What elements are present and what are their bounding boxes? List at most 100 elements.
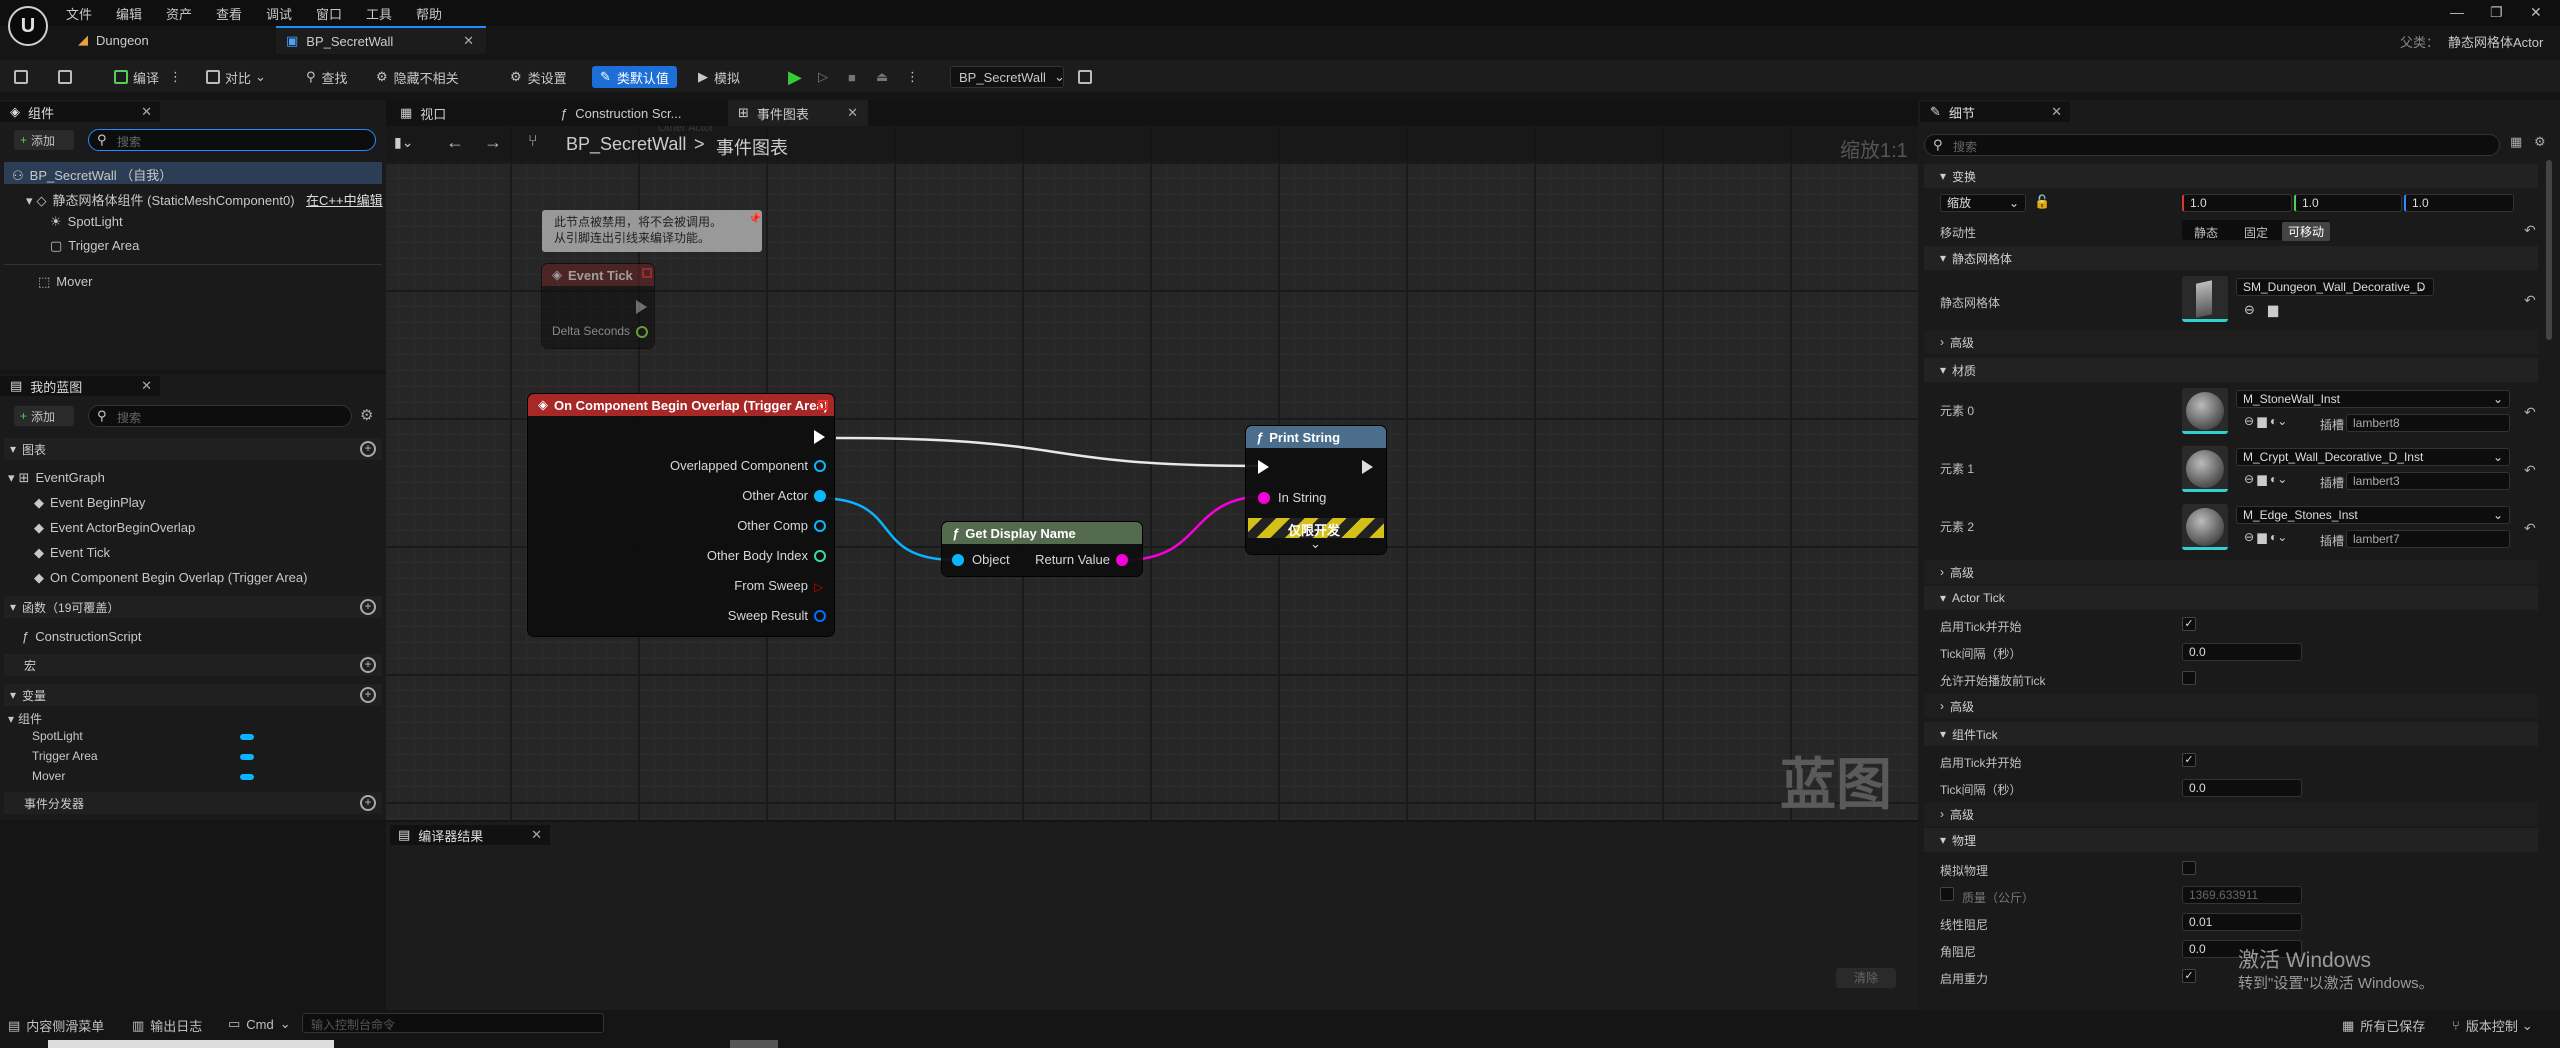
variables-section[interactable]: ▾ 变量 [4, 684, 382, 706]
static-mesh-select[interactable]: SM_Dungeon_Wall_Decorative_D ⌄ [2236, 278, 2434, 296]
advanced-section[interactable]: › 高级 [1924, 560, 2538, 584]
menu-file[interactable]: 文件 [66, 4, 92, 23]
material-thumbnail[interactable] [2182, 388, 2228, 434]
diff-button[interactable]: 对比 ⌄ [206, 66, 266, 88]
add-variable-icon[interactable]: + [360, 687, 376, 703]
other-actor-pin[interactable] [814, 490, 826, 502]
transform-section[interactable]: ▾ 变换 [1924, 164, 2538, 188]
close-window-icon[interactable]: ✕ [2530, 4, 2542, 21]
exec-out-pin[interactable] [1362, 460, 1373, 474]
output-log-button[interactable]: ▥ 输出日志 [132, 1016, 202, 1035]
variable-spotlight[interactable]: SpotLight [32, 729, 83, 743]
tab-viewport[interactable]: ▦ 视口 [390, 100, 540, 126]
scale-y-input[interactable]: 1.0 [2294, 194, 2402, 212]
close-panel-icon[interactable]: ✕ [531, 827, 542, 843]
my-blueprint-search-input[interactable]: ⚲ 搜索 [88, 405, 352, 427]
close-tab-icon[interactable]: ✕ [463, 33, 474, 49]
close-panel-icon[interactable]: ✕ [141, 378, 152, 394]
materials-section[interactable]: ▾ 材质 [1924, 358, 2538, 382]
reset-icon[interactable]: ↶ [2524, 462, 2536, 479]
expand-chevron-icon[interactable]: ⌄ [1310, 536, 1321, 552]
save-icon[interactable] [14, 66, 33, 88]
overlap-event-node[interactable]: ◈ On Component Begin Overlap (Trigger Are… [528, 394, 834, 636]
get-display-name-node[interactable]: ƒ Get Display Name Object Return Value [942, 522, 1142, 576]
return-value-pin[interactable] [1116, 554, 1128, 566]
content-drawer-button[interactable]: ▤ 内容侧滑菜单 [8, 1016, 104, 1035]
construction-script-item[interactable]: ƒ ConstructionScript [22, 629, 141, 644]
material-thumbnail[interactable] [2182, 446, 2228, 492]
other-body-index-pin[interactable] [814, 550, 826, 562]
functions-section[interactable]: ▾ 函数（19可覆盖） [4, 596, 382, 618]
event-item[interactable]: ◆ On Component Begin Overlap (Trigger Are… [34, 570, 307, 586]
actor-tick-section[interactable]: ▾ Actor Tick [1924, 586, 2538, 610]
scroll-thumb[interactable] [730, 1040, 778, 1048]
print-string-node[interactable]: ƒ Print String In String 仅限开发 ⌄ [1246, 426, 1386, 554]
minimize-icon[interactable]: — [2450, 4, 2464, 20]
eject-icon[interactable]: ⏏ [876, 66, 888, 88]
reset-icon[interactable]: ↶ [2524, 292, 2536, 309]
component-start-tick-checkbox[interactable]: ✓ [2182, 753, 2196, 767]
tick-interval-input[interactable]: 0.0 [2182, 643, 2302, 661]
material-select[interactable]: M_Edge_Stones_Inst ⌄ [2236, 506, 2510, 524]
menu-edit[interactable]: 编辑 [116, 4, 142, 23]
clear-button[interactable]: 清除 [1836, 968, 1896, 988]
find-button[interactable]: ⚲ 查找 [306, 66, 348, 88]
event-graph-item[interactable]: ▾ ⊞ EventGraph [8, 470, 105, 486]
add-dispatcher-icon[interactable]: + [360, 795, 376, 811]
hide-unrelated-button[interactable]: ⚙ 隐藏不相关 [376, 66, 459, 88]
table-view-icon[interactable]: ▦ [2510, 134, 2522, 150]
other-comp-pin[interactable] [814, 520, 826, 532]
step-icon[interactable]: ▷ [818, 66, 828, 88]
advanced-section[interactable]: › 高级 [1924, 802, 2538, 826]
object-in-pin[interactable] [952, 554, 964, 566]
version-control-button[interactable]: ⑂ 版本控制 ⌄ [2452, 1016, 2533, 1035]
console-input[interactable]: 输入控制台命令 [302, 1013, 604, 1033]
from-sweep-pin[interactable]: ▷ [814, 580, 823, 594]
component-mover[interactable]: ⬚ Mover [38, 274, 92, 290]
component-tick-interval-input[interactable]: 0.0 [2182, 779, 2302, 797]
tab-dungeon[interactable]: ◢ Dungeon [68, 26, 268, 54]
use-selected-icon[interactable]: ⊖ [2244, 302, 2255, 318]
simulate-physics-checkbox[interactable] [2182, 861, 2196, 875]
exec-out-pin[interactable] [814, 430, 825, 444]
event-tick-node[interactable]: ◈ Event Tick Delta Seconds [542, 264, 654, 348]
tab-bp-secretwall[interactable]: ▣ BP_SecretWall ✕ [276, 26, 486, 54]
my-blueprint-add-button[interactable]: + 添加 [14, 406, 74, 426]
advanced-section[interactable]: › 高级 [1924, 694, 2538, 718]
static-mesh-section[interactable]: ▾ 静态网格体 [1924, 246, 2538, 270]
material-thumbnail[interactable] [2182, 504, 2228, 550]
details-scrollbar[interactable] [2546, 160, 2552, 340]
play-icon[interactable]: ▶ [788, 66, 802, 88]
tab-construction-script[interactable]: ƒ Construction Scr... [550, 100, 726, 126]
reset-icon[interactable]: ↶ [2524, 222, 2536, 239]
delta-seconds-pin[interactable] [636, 326, 648, 338]
material-actions-icon[interactable]: ⊖ ▆ ◐⌄ [2244, 472, 2287, 486]
event-item[interactable]: ◆ Event BeginPlay [34, 495, 145, 511]
scale-x-input[interactable]: 1.0 [2182, 194, 2292, 212]
component-spotlight[interactable]: ☀ SpotLight [50, 214, 123, 230]
menu-help[interactable]: 帮助 [416, 4, 442, 23]
debug-filter-icon[interactable] [1078, 66, 1097, 88]
menu-window[interactable]: 窗口 [316, 4, 342, 23]
add-macro-icon[interactable]: + [360, 657, 376, 673]
event-graph-canvas[interactable]: ▮⌄ ← → ⑂ BP_SecretWall > 事件图表 缩放1:1 Othe… [386, 126, 1918, 820]
menu-view[interactable]: 查看 [216, 4, 242, 23]
macros-section[interactable]: 宏 [4, 654, 382, 676]
event-item[interactable]: ◆ Event ActorBeginOverlap [34, 520, 195, 536]
class-defaults-button[interactable]: ✎ 类默认值 [592, 66, 677, 88]
delegate-pin[interactable] [818, 400, 828, 410]
class-settings-button[interactable]: ⚙ 类设置 [510, 66, 567, 88]
compile-button[interactable]: 编译 ⋮ [114, 66, 182, 88]
components-search-input[interactable]: ⚲ 搜索 [88, 129, 376, 151]
close-panel-icon[interactable]: ✕ [141, 104, 152, 120]
restore-icon[interactable]: ❐ [2490, 4, 2503, 21]
material-actions-icon[interactable]: ⊖ ▆ ◐⌄ [2244, 414, 2287, 428]
close-panel-icon[interactable]: ✕ [2051, 104, 2062, 120]
gear-icon[interactable]: ⚙ [360, 406, 373, 424]
details-search-input[interactable]: ⚲ 搜索 [1924, 134, 2500, 156]
gear-icon[interactable]: ⚙ [2534, 134, 2546, 150]
scale-mode-select[interactable]: 缩放 ⌄ [1940, 194, 2026, 212]
simulate-button[interactable]: ▶ 模拟 [698, 66, 740, 88]
reset-icon[interactable]: ↶ [2524, 404, 2536, 421]
menu-assets[interactable]: 资产 [166, 4, 192, 23]
